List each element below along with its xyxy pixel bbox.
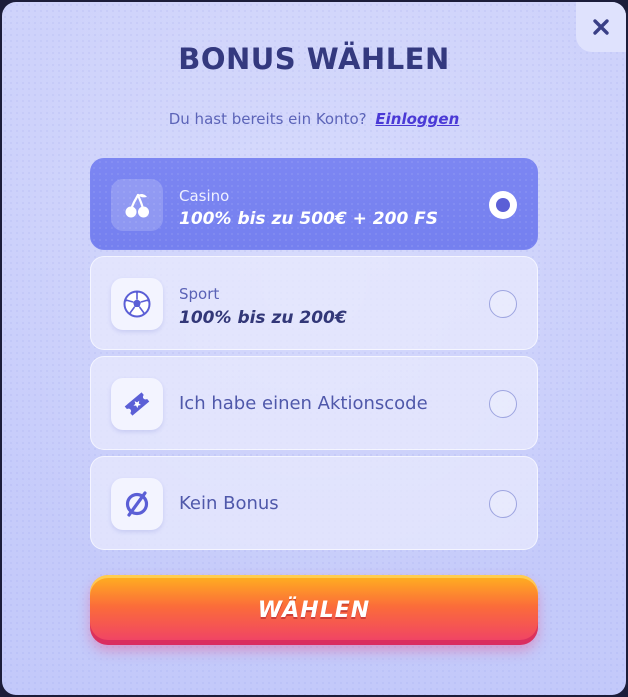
soccer-ball-icon-tile (111, 278, 163, 330)
radio-sport[interactable] (489, 290, 517, 318)
choose-button-label: WÄHLEN (257, 597, 371, 623)
ticket-icon-tile (111, 378, 163, 430)
cherry-icon (125, 193, 149, 218)
option-offer: 100% bis zu 500€ + 200 FS (179, 209, 439, 229)
cherry-icon-tile (111, 179, 163, 231)
bonus-option-casino[interactable]: Casino 100% bis zu 500€ + 200 FS (90, 158, 538, 250)
option-offer: 100% bis zu 200€ (179, 308, 347, 328)
option-label: Casino (179, 187, 230, 205)
radio-casino[interactable] (489, 191, 517, 219)
bonus-option-no-bonus[interactable]: Kein Bonus (90, 456, 538, 550)
login-prompt-text: Du hast bereits ein Konto? (168, 110, 367, 128)
bonus-modal: BONUS WÄHLEN Du hast bereits ein Konto? … (2, 2, 626, 695)
choose-button[interactable]: WÄHLEN (90, 575, 538, 645)
option-label: Ich habe einen Aktionscode (179, 393, 428, 414)
radio-no-bonus[interactable] (489, 490, 517, 518)
soccer-ball-icon (123, 290, 151, 318)
login-link[interactable]: Einloggen (375, 110, 459, 128)
no-bonus-icon-tile (111, 478, 163, 530)
login-prompt: Du hast bereits ein Konto? Einloggen (2, 110, 626, 128)
bonus-option-sport[interactable]: Sport 100% bis zu 200€ (90, 256, 538, 350)
modal-title: BONUS WÄHLEN (178, 42, 450, 76)
radio-promo-code[interactable] (489, 390, 517, 418)
option-label: Kein Bonus (179, 493, 279, 514)
ticket-icon (124, 392, 150, 416)
bonus-option-promo-code[interactable]: Ich habe einen Aktionscode (90, 356, 538, 450)
close-icon (593, 19, 609, 35)
option-label: Sport (179, 285, 220, 303)
no-bonus-icon (125, 491, 149, 517)
